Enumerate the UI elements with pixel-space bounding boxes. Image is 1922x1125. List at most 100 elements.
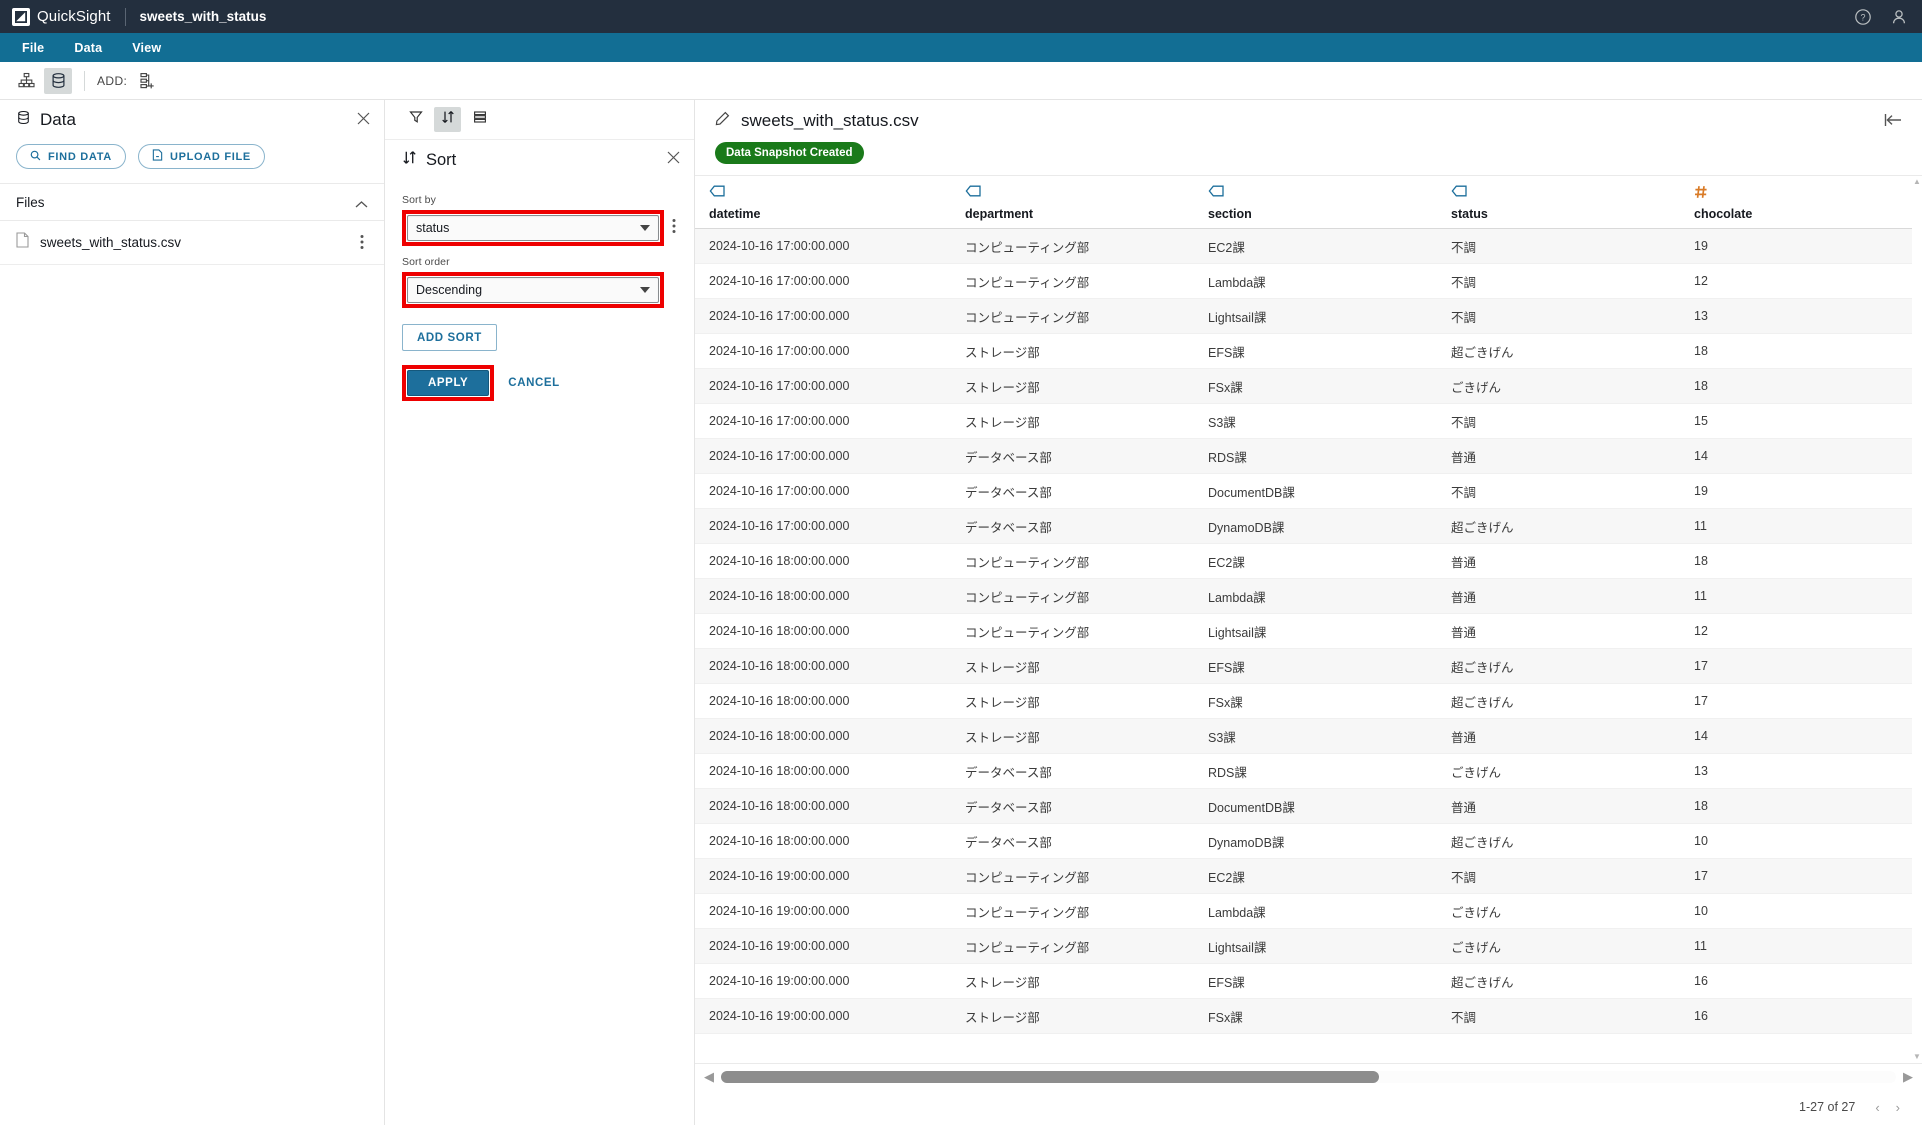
- find-data-button[interactable]: FIND DATA: [16, 144, 126, 169]
- cell-datetime: 2024-10-16 18:00:00.000: [695, 788, 951, 824]
- scroll-up-icon[interactable]: ▲: [1913, 178, 1921, 186]
- cell-department: ストレージ部: [951, 718, 1194, 754]
- cell-status: 不調: [1437, 263, 1680, 299]
- table-row[interactable]: 2024-10-16 17:00:00.000 データベース部 DocumentDB…: [695, 473, 1922, 509]
- sort-order-select[interactable]: Descending: [407, 277, 659, 303]
- hscroll-track[interactable]: [721, 1070, 1896, 1083]
- cell-section: FSx課: [1194, 368, 1437, 404]
- table-row[interactable]: 2024-10-16 17:00:00.000 コンピューティング部 Lambda課…: [695, 263, 1922, 299]
- table-row[interactable]: 2024-10-16 17:00:00.000 コンピューティング部 Lightsa…: [695, 298, 1922, 334]
- cell-department: コンピューティング部: [951, 858, 1194, 894]
- file-name: sweets_with_status.csv: [40, 235, 182, 250]
- tab-fields[interactable]: [466, 107, 493, 132]
- help-circle-icon[interactable]: ?: [1854, 8, 1872, 26]
- cell-department: コンピューティング部: [951, 228, 1194, 264]
- column-label: department: [965, 207, 1034, 221]
- cell-status: 普通: [1437, 438, 1680, 474]
- cell-section: EC2課: [1194, 858, 1437, 894]
- table-row[interactable]: 2024-10-16 17:00:00.000 ストレージ部 EFS課 超ごきげん 18: [695, 333, 1922, 369]
- table-row[interactable]: 2024-10-16 17:00:00.000 ストレージ部 FSx課 ごきげん 18: [695, 368, 1922, 404]
- cancel-button[interactable]: CANCEL: [508, 377, 560, 389]
- database-icon: [16, 110, 31, 130]
- tab-filter[interactable]: [402, 107, 429, 132]
- column-header-chocolate[interactable]: chocolate: [1680, 176, 1922, 229]
- table-footer: 1-27 of 27 ‹ ›: [695, 1089, 1922, 1125]
- files-section-header[interactable]: Files: [0, 183, 384, 221]
- kebab-menu-icon[interactable]: [360, 234, 364, 255]
- sort-by-select[interactable]: status: [407, 215, 659, 241]
- table-row[interactable]: 2024-10-16 18:00:00.000 データベース部 DynamoDB課超…: [695, 823, 1922, 859]
- cell-datetime: 2024-10-16 19:00:00.000: [695, 963, 951, 999]
- column-label: datetime: [709, 207, 761, 221]
- column-header-status[interactable]: status: [1437, 176, 1680, 229]
- menu-item-view[interactable]: View: [120, 37, 173, 59]
- table-row[interactable]: 2024-10-16 19:00:00.000 コンピューティング部 Lambda課…: [695, 893, 1922, 929]
- pagination-nav: ‹ ›: [1875, 1100, 1900, 1115]
- preview-table-wrap: datetime department section status choco…: [695, 175, 1922, 1125]
- scroll-right-icon[interactable]: ▶: [1900, 1069, 1916, 1085]
- scroll-left-icon[interactable]: ◀: [701, 1069, 717, 1085]
- apply-highlight: APPLY: [402, 365, 495, 401]
- menu-item-file[interactable]: File: [10, 37, 56, 59]
- cell-chocolate: 11: [1680, 928, 1922, 964]
- sort-row-menu-icon[interactable]: [672, 218, 676, 239]
- cell-chocolate: 17: [1680, 648, 1922, 684]
- table-row[interactable]: 2024-10-16 19:00:00.000 ストレージ部 EFS課 超ごきげん 16: [695, 963, 1922, 999]
- rows-icon: [473, 110, 487, 129]
- string-tag-icon: [709, 185, 951, 199]
- table-row[interactable]: 2024-10-16 18:00:00.000 コンピューティング部 Lambda課…: [695, 578, 1922, 614]
- chevron-up-icon[interactable]: [355, 196, 368, 214]
- table-row[interactable]: 2024-10-16 17:00:00.000 コンピューティング部 EC2課 不調 1…: [695, 228, 1922, 264]
- table-row[interactable]: 2024-10-16 18:00:00.000 ストレージ部 EFS課 超ごきげん 17: [695, 648, 1922, 684]
- cell-section: RDS課: [1194, 753, 1437, 789]
- upload-file-button[interactable]: UPLOAD FILE: [137, 144, 265, 169]
- chevron-left-icon[interactable]: ‹: [1875, 1100, 1879, 1115]
- user-icon[interactable]: [1890, 8, 1908, 26]
- apply-button[interactable]: APPLY: [407, 370, 490, 396]
- close-icon[interactable]: [667, 151, 680, 169]
- scroll-down-icon[interactable]: ▼: [1913, 1053, 1921, 1061]
- chevron-right-icon[interactable]: ›: [1896, 1100, 1900, 1115]
- lineage-tree-icon[interactable]: [12, 68, 40, 94]
- hscroll-thumb[interactable]: [721, 1070, 1379, 1083]
- cell-datetime: 2024-10-16 17:00:00.000: [695, 263, 951, 299]
- chevron-down-icon: [640, 225, 650, 231]
- table-row[interactable]: 2024-10-16 18:00:00.000 ストレージ部 S3課 普通 14: [695, 718, 1922, 754]
- table-row[interactable]: 2024-10-16 17:00:00.000 ストレージ部 S3課 不調 15: [695, 403, 1922, 439]
- file-list-item[interactable]: sweets_with_status.csv: [0, 221, 384, 265]
- column-header-department[interactable]: department: [951, 176, 1194, 229]
- chevron-down-icon: [640, 287, 650, 293]
- table-row[interactable]: 2024-10-16 18:00:00.000 データベース部 RDS課 ごきげん 13: [695, 753, 1922, 789]
- collapse-right-icon[interactable]: [1884, 113, 1902, 132]
- cell-status: ごきげん: [1437, 893, 1680, 929]
- table-row[interactable]: 2024-10-16 18:00:00.000 コンピューティング部 EC2課 普通 1…: [695, 543, 1922, 579]
- table-row[interactable]: 2024-10-16 18:00:00.000 コンピューティング部 Lightsa…: [695, 613, 1922, 649]
- table-row[interactable]: 2024-10-16 19:00:00.000 コンピューティング部 Lightsa…: [695, 928, 1922, 964]
- table-row[interactable]: 2024-10-16 18:00:00.000 データベース部 DocumentDB…: [695, 788, 1922, 824]
- table-row[interactable]: 2024-10-16 19:00:00.000 ストレージ部 FSx課 不調 16: [695, 998, 1922, 1034]
- horizontal-scrollbar[interactable]: ◀ ▶: [695, 1063, 1922, 1089]
- cell-chocolate: 11: [1680, 508, 1922, 544]
- toolbar: ADD:: [0, 62, 1922, 100]
- column-header-section[interactable]: section: [1194, 176, 1437, 229]
- preview-table-scroll[interactable]: datetime department section status choco…: [695, 176, 1922, 1063]
- dataset-table-icon[interactable]: [44, 67, 72, 94]
- cell-chocolate: 13: [1680, 753, 1922, 789]
- table-row[interactable]: 2024-10-16 17:00:00.000 データベース部 DynamoDB課超…: [695, 508, 1922, 544]
- tab-sort[interactable]: [434, 107, 461, 132]
- toolbar-add-label: ADD:: [97, 73, 128, 88]
- add-node-icon[interactable]: [135, 69, 161, 93]
- vertical-scrollbar[interactable]: ▲ ▼: [1912, 176, 1922, 1063]
- pencil-icon[interactable]: [715, 111, 730, 131]
- cell-chocolate: 11: [1680, 578, 1922, 614]
- table-row[interactable]: 2024-10-16 18:00:00.000 ストレージ部 FSx課 超ごきげん 17: [695, 683, 1922, 719]
- column-header-datetime[interactable]: datetime: [695, 176, 951, 229]
- cell-status: 不調: [1437, 298, 1680, 334]
- add-sort-button[interactable]: ADD SORT: [402, 324, 497, 351]
- table-row[interactable]: 2024-10-16 19:00:00.000 コンピューティング部 EC2課 不調 1…: [695, 858, 1922, 894]
- cell-section: FSx課: [1194, 998, 1437, 1034]
- menu-item-data[interactable]: Data: [62, 37, 114, 59]
- table-row[interactable]: 2024-10-16 17:00:00.000 データベース部 RDS課 普通 14: [695, 438, 1922, 474]
- close-icon[interactable]: [357, 112, 370, 130]
- cell-department: データベース部: [951, 788, 1194, 824]
